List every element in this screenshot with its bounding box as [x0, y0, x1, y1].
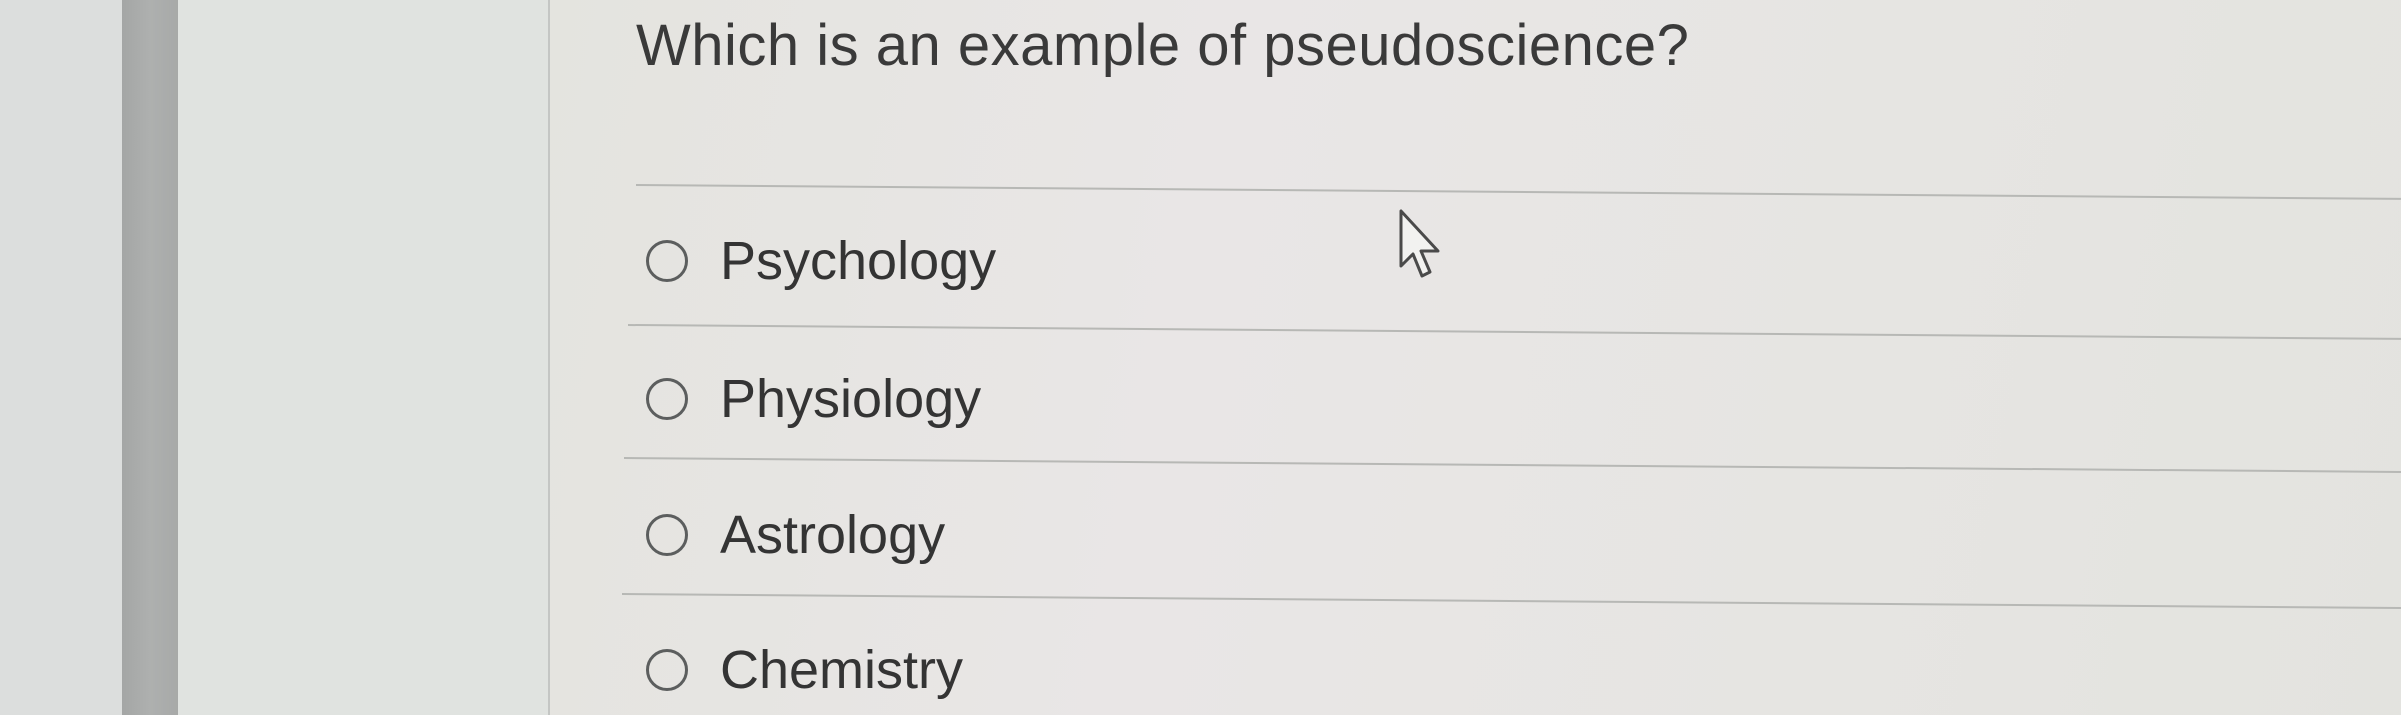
- option-label[interactable]: Astrology: [720, 504, 945, 566]
- question-text: Which is an example of pseudoscience?: [636, 13, 1690, 78]
- option-physiology[interactable]: Physiology: [646, 364, 981, 434]
- radio-unselected-icon[interactable]: [646, 240, 688, 282]
- mouse-pointer-icon: [1399, 209, 1440, 278]
- option-label[interactable]: Psychology: [720, 230, 996, 292]
- question-panel: [550, 0, 2401, 715]
- left-scrollbar[interactable]: [122, 0, 178, 715]
- left-margin: [0, 0, 122, 715]
- option-astrology[interactable]: Astrology: [646, 500, 945, 570]
- radio-unselected-icon[interactable]: [646, 649, 688, 691]
- option-psychology[interactable]: Psychology: [646, 226, 996, 296]
- option-chemistry[interactable]: Chemistry: [646, 635, 963, 705]
- radio-unselected-icon[interactable]: [646, 378, 688, 420]
- option-label[interactable]: Physiology: [720, 368, 981, 430]
- option-label[interactable]: Chemistry: [720, 639, 963, 701]
- radio-unselected-icon[interactable]: [646, 514, 688, 556]
- left-gutter: [178, 0, 548, 715]
